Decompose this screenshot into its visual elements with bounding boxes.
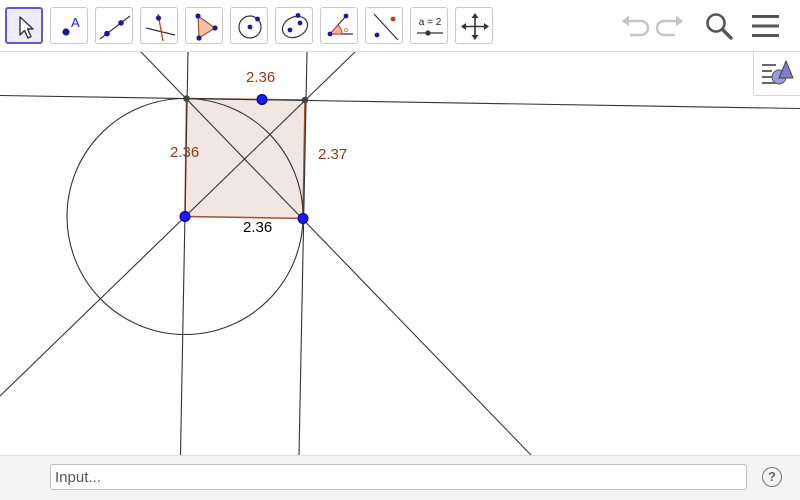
search-icon xyxy=(706,13,733,40)
perpendicular-line-icon xyxy=(145,13,176,42)
left-side-length-label: 2.36 xyxy=(170,144,199,161)
style-bar-toggle-button[interactable] xyxy=(753,52,800,96)
undo-icon xyxy=(622,15,650,37)
graphics-style-bar-icon xyxy=(762,59,794,85)
free-point-bottom-left[interactable] xyxy=(179,211,191,222)
top-side-length-label: 2.36 xyxy=(246,69,275,86)
toolbar: A o a = 2 xyxy=(0,0,800,52)
free-point-top-side[interactable] xyxy=(256,94,268,105)
bottom-side-length-label: 2.36 xyxy=(243,219,272,236)
perpendicular-line-tool-button[interactable] xyxy=(140,7,178,44)
move-view-arrows-icon xyxy=(461,13,489,40)
line-tool-button[interactable] xyxy=(95,7,133,44)
graphics-view[interactable]: 2.36 2.36 2.37 2.36 xyxy=(0,52,800,455)
undo-button[interactable] xyxy=(617,8,651,44)
svg-text:o: o xyxy=(344,27,348,34)
geometry-construction: 2.36 2.36 2.37 2.36 xyxy=(0,52,800,455)
free-point-bottom-right[interactable] xyxy=(297,213,309,224)
ellipse-icon xyxy=(281,13,309,39)
point-icon: A xyxy=(62,15,80,36)
polygon-tool-button[interactable] xyxy=(185,7,223,44)
move-graphics-view-tool-button[interactable] xyxy=(455,7,493,44)
algebra-input-bar: ? xyxy=(0,455,800,500)
reflect-about-line-icon xyxy=(373,13,399,41)
left-vertical-line[interactable] xyxy=(179,52,189,455)
angle-tool-button[interactable]: o xyxy=(320,7,358,44)
point-tool-button[interactable]: A xyxy=(50,7,88,44)
angle-icon: o xyxy=(327,13,353,37)
circle-center-point-icon xyxy=(238,15,262,39)
redo-icon xyxy=(655,15,683,37)
search-button[interactable] xyxy=(702,8,736,44)
line-through-top-vertices[interactable] xyxy=(0,94,800,110)
algebra-input-field[interactable] xyxy=(50,464,747,490)
arrow-cursor-icon xyxy=(19,16,34,39)
polygon-icon xyxy=(195,13,218,41)
point-tool-glyph: A xyxy=(71,15,80,30)
line-through-points-icon xyxy=(99,15,131,40)
hamburger-menu-icon xyxy=(752,15,779,37)
slider-tool-button[interactable]: a = 2 xyxy=(410,7,448,44)
circle-tool-button[interactable] xyxy=(230,7,268,44)
right-side-length-label: 2.37 xyxy=(318,146,347,163)
vertex-top-left[interactable] xyxy=(183,95,190,102)
reflect-tool-button[interactable] xyxy=(365,7,403,44)
move-tool-button[interactable] xyxy=(5,7,43,44)
diagonal-line-descending[interactable] xyxy=(140,52,532,455)
input-help-button[interactable]: ? xyxy=(762,467,782,487)
redo-button[interactable] xyxy=(654,8,688,44)
vertex-top-right[interactable] xyxy=(301,96,309,104)
diagonal-line-ascending[interactable] xyxy=(0,52,356,397)
slider-icon: a = 2 xyxy=(417,17,443,36)
slider-tool-glyph: a = 2 xyxy=(419,17,442,28)
main-menu-button[interactable] xyxy=(749,8,783,44)
conic-tool-button[interactable] xyxy=(275,7,313,44)
